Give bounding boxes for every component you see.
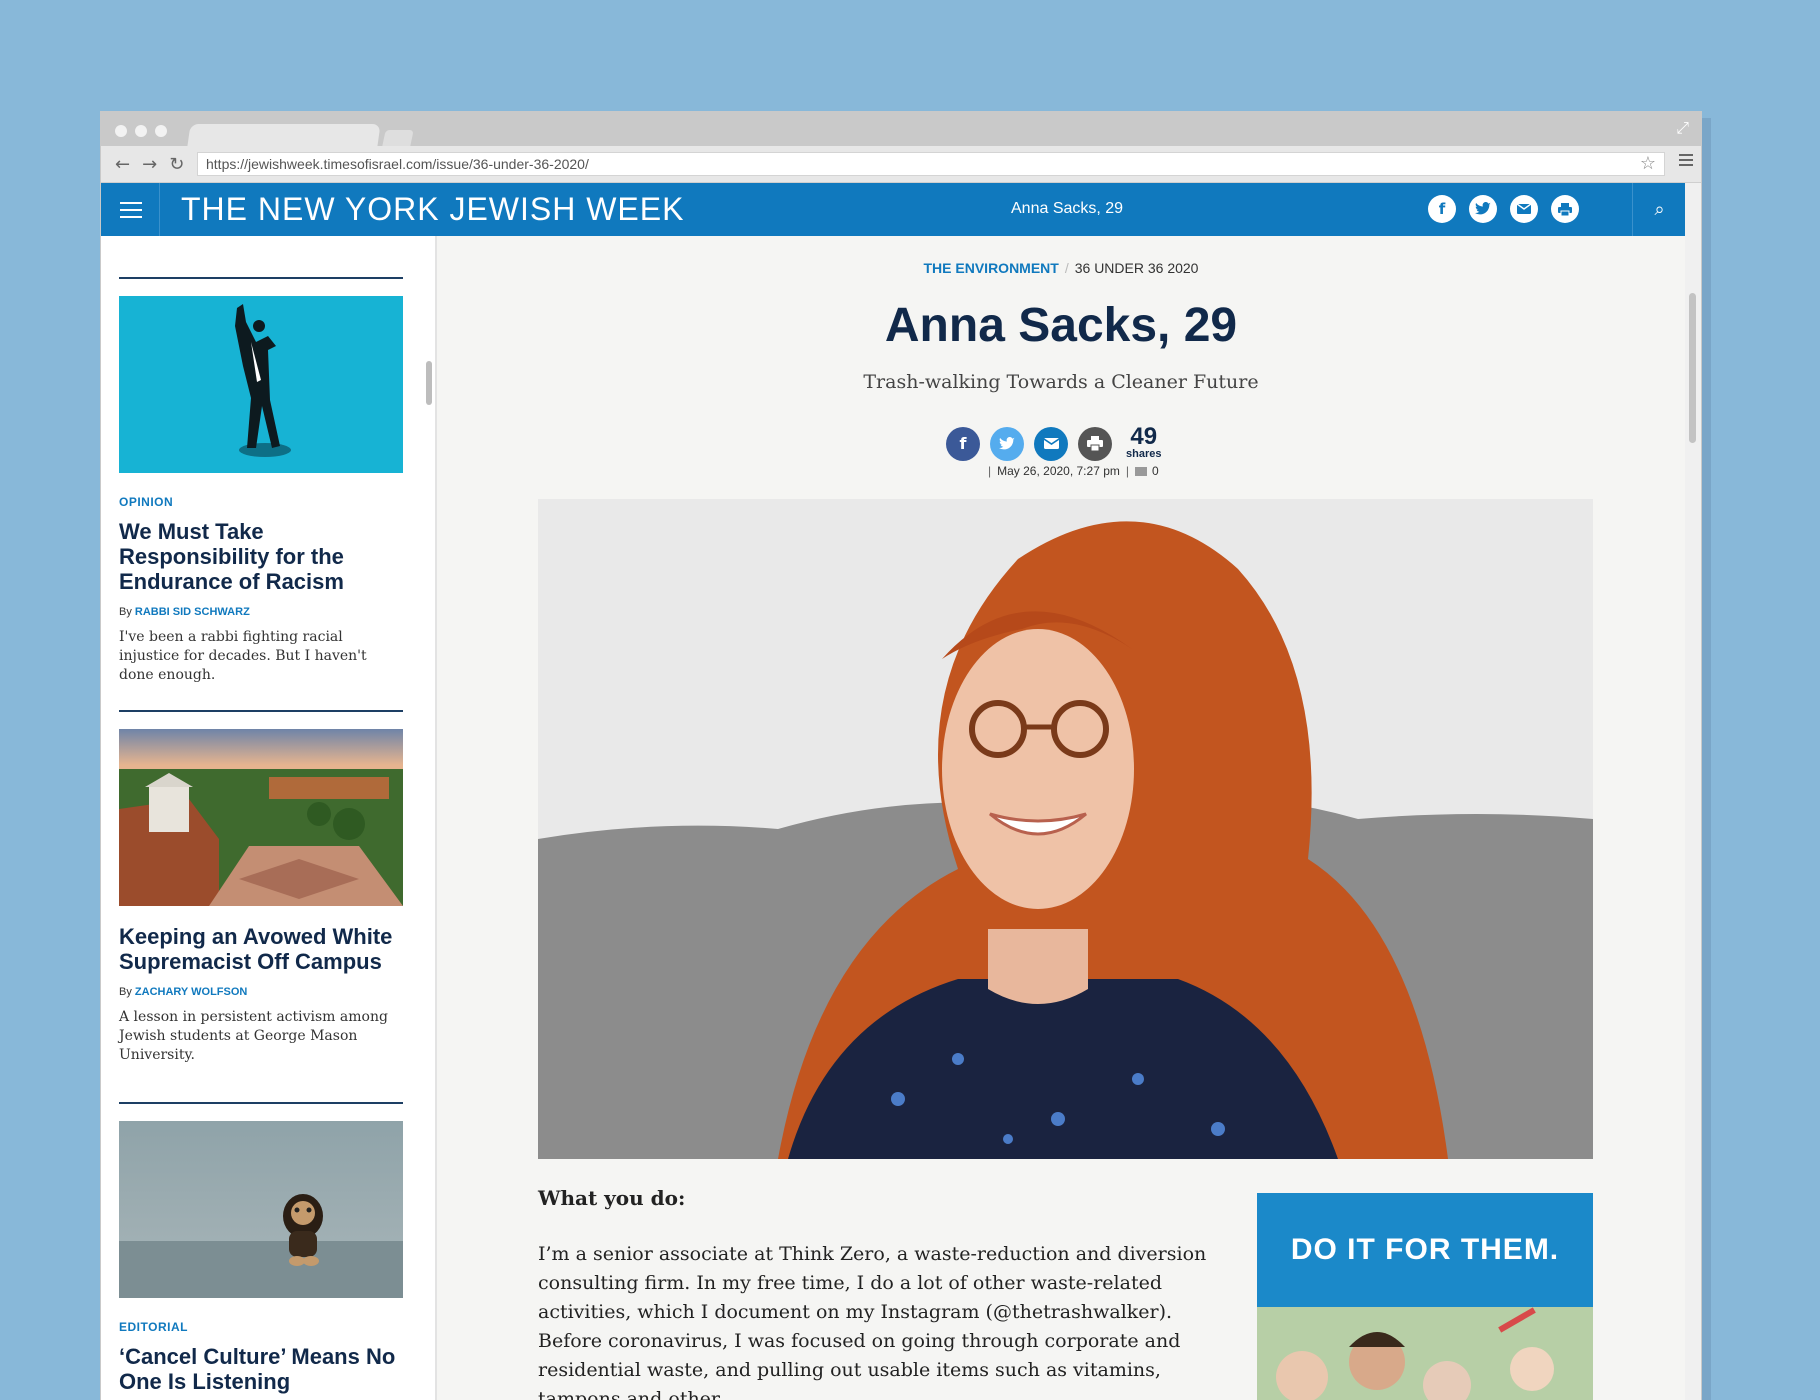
sidebar-card[interactable]: EDITORIAL ‘Cancel Culture’ Means No One … xyxy=(119,1102,403,1394)
card-image[interactable] xyxy=(119,296,403,473)
article-main: THE ENVIRONMENT/36 UNDER 36 2020 Anna Sa… xyxy=(437,236,1685,1400)
reload-icon[interactable]: ↻ xyxy=(169,154,184,175)
divider xyxy=(119,277,403,279)
divider xyxy=(119,1102,403,1104)
close-dot[interactable] xyxy=(115,125,127,137)
share-buttons: f 49 shares xyxy=(946,423,1162,461)
browser-window: ⤢ ← → ↻ https://jewishweek.timesofisrael… xyxy=(101,112,1701,1400)
scrollbar-thumb[interactable] xyxy=(1689,293,1696,443)
card-excerpt: A lesson in persistent activism among Je… xyxy=(119,1009,388,1063)
page-scrollbar[interactable] xyxy=(1685,183,1701,1400)
new-tab-button[interactable] xyxy=(382,130,414,146)
article-dek: Trash-walking Towards a Cleaner Future xyxy=(863,371,1259,393)
bookmark-star-icon[interactable]: ☆ xyxy=(1640,153,1656,175)
author-link[interactable]: RABBI SID SCHWARZ xyxy=(135,606,250,618)
sidebar-card[interactable]: Keeping an Avowed White Supremacist Off … xyxy=(119,710,403,1065)
ad-image[interactable] xyxy=(1257,1307,1593,1400)
comment-icon[interactable] xyxy=(1135,467,1147,477)
email-icon[interactable] xyxy=(1510,195,1538,223)
share-count: 49 shares xyxy=(1126,423,1162,461)
sidebar-card[interactable]: OPINION We Must Take Responsibility for … xyxy=(119,277,403,685)
forward-icon[interactable]: → xyxy=(142,154,157,175)
browser-tab[interactable] xyxy=(187,124,381,146)
facebook-share-button[interactable]: f xyxy=(946,426,980,461)
article-headline: Anna Sacks, 29 xyxy=(884,299,1238,352)
browser-toolbar: ← → ↻ https://jewishweek.timesofisrael.c… xyxy=(101,146,1701,183)
search-icon[interactable]: ⌕ xyxy=(1632,183,1686,236)
advertisement[interactable]: DO IT FOR THEM. xyxy=(1257,1193,1593,1400)
article-body: What you do: I’m a senior associate at T… xyxy=(538,1186,1218,1400)
card-byline: By ZACHARY WOLFSON xyxy=(119,986,248,998)
divider xyxy=(119,710,403,712)
site-logo[interactable]: THE NEW YORK JEWISH WEEK xyxy=(181,191,684,228)
article-hero-image xyxy=(538,499,1593,1159)
url-text: https://jewishweek.timesofisrael.com/iss… xyxy=(206,156,589,172)
browser-menu-icon[interactable] xyxy=(1679,154,1693,169)
card-title[interactable]: We Must Take Responsibility for the Endu… xyxy=(119,519,403,594)
author-link[interactable]: ZACHARY WOLFSON xyxy=(135,986,247,998)
back-icon[interactable]: ← xyxy=(115,154,130,175)
print-button[interactable] xyxy=(1078,426,1112,461)
twitter-icon[interactable] xyxy=(1469,195,1497,223)
answer-paragraph: I’m a senior associate at Think Zero, a … xyxy=(538,1243,1207,1400)
card-kicker[interactable]: EDITORIAL xyxy=(119,1320,403,1334)
minimize-dot[interactable] xyxy=(135,125,147,137)
publish-date: May 26, 2020, 7:27 pm xyxy=(997,464,1120,478)
breadcrumb: THE ENVIRONMENT/36 UNDER 36 2020 xyxy=(923,260,1199,276)
header-share-icons: f xyxy=(1428,195,1579,223)
card-title[interactable]: ‘Cancel Culture’ Means No One Is Listeni… xyxy=(119,1344,403,1394)
comment-count[interactable]: 0 xyxy=(1152,464,1159,478)
card-image[interactable] xyxy=(119,729,403,906)
subcategory-link[interactable]: 36 UNDER 36 2020 xyxy=(1075,260,1199,276)
maximize-dot[interactable] xyxy=(155,125,167,137)
facebook-icon[interactable]: f xyxy=(1428,195,1456,223)
email-share-button[interactable] xyxy=(1034,426,1068,461)
article-meta: | May 26, 2020, 7:27 pm | 0 xyxy=(988,464,1159,478)
fullscreen-icon[interactable]: ⤢ xyxy=(1676,120,1689,138)
twitter-share-button[interactable] xyxy=(990,426,1024,461)
header-article-title: Anna Sacks, 29 xyxy=(1011,200,1124,217)
category-link[interactable]: THE ENVIRONMENT xyxy=(924,260,1059,276)
ad-headline[interactable]: DO IT FOR THEM. xyxy=(1257,1193,1593,1307)
site-header: THE NEW YORK JEWISH WEEK Anna Sacks, 29 … xyxy=(101,183,1685,236)
card-byline: By RABBI SID SCHWARZ xyxy=(119,606,250,618)
card-kicker[interactable]: OPINION xyxy=(119,495,403,509)
address-bar[interactable]: https://jewishweek.timesofisrael.com/iss… xyxy=(197,152,1665,176)
sidebar: OPINION We Must Take Responsibility for … xyxy=(101,236,437,1400)
card-title[interactable]: Keeping an Avowed White Supremacist Off … xyxy=(119,924,403,974)
window-controls xyxy=(115,125,167,137)
hamburger-menu-icon[interactable] xyxy=(101,183,160,236)
card-image[interactable] xyxy=(119,1121,403,1298)
print-icon[interactable] xyxy=(1551,195,1579,223)
browser-titlebar: ⤢ xyxy=(101,112,1701,146)
question-heading: What you do: xyxy=(538,1186,686,1210)
sidebar-scroll-thumb[interactable] xyxy=(426,361,432,405)
card-excerpt: I've been a rabbi fighting racial injust… xyxy=(119,629,367,683)
